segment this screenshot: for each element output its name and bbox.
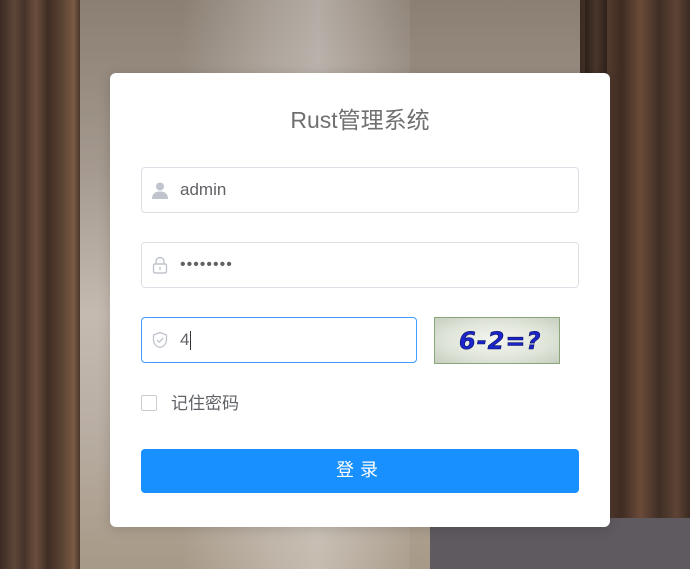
lock-icon [151,256,169,274]
login-button[interactable]: 登录 [141,449,579,493]
captcha-input-value: 4 [180,330,192,351]
password-field[interactable]: •••••••• [141,242,579,288]
username-field[interactable]: admin [141,167,579,213]
page-title: Rust管理系统 [290,107,430,133]
captcha-image[interactable]: 6-2=? [434,317,560,364]
user-icon [151,181,169,199]
remember-checkbox[interactable] [141,395,157,411]
username-value: admin [180,180,227,199]
remember-label: 记住密码 [171,394,239,414]
captcha-text: 6-2=? [459,327,541,355]
shield-check-icon [151,331,169,349]
login-card: Rust管理系统 admin •••••••• 4 6-2=? 记住密码 登录 [110,73,610,527]
captcha-input[interactable]: 4 [141,317,417,363]
password-value: •••••••• [180,256,233,273]
